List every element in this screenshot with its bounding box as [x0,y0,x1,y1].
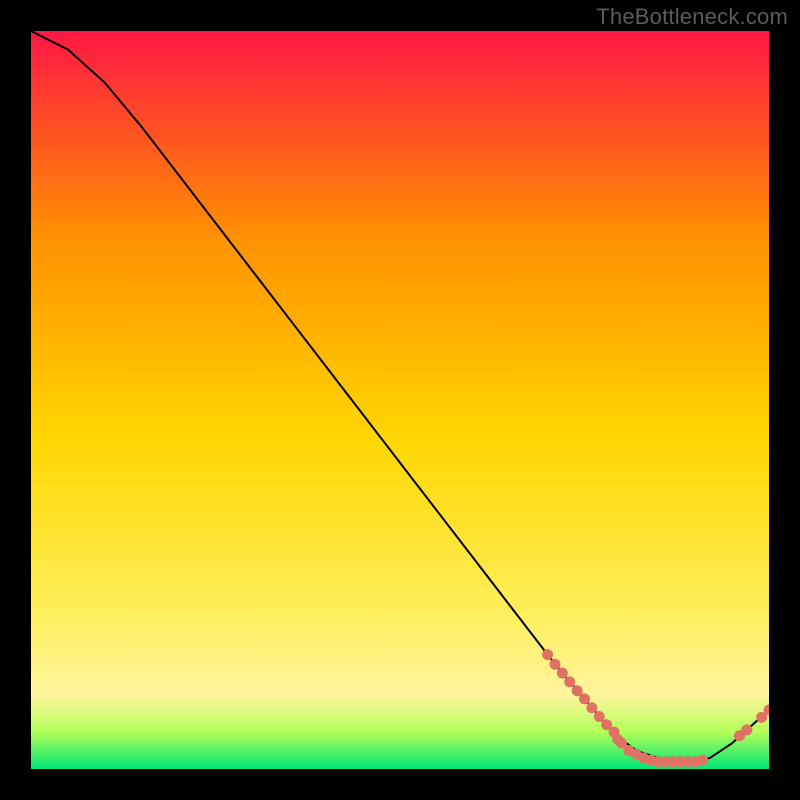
data-marker [741,724,752,735]
data-marker [697,755,708,766]
data-marker [549,659,560,670]
plot-area [31,31,769,769]
watermark-text: TheBottleneck.com [596,4,788,30]
data-marker [564,676,575,687]
data-marker [572,685,583,696]
data-marker [542,649,553,660]
chart-stage: TheBottleneck.com [0,0,800,800]
chart-svg [31,31,769,769]
data-marker [594,711,605,722]
data-marker [579,693,590,704]
data-marker [557,668,568,679]
data-marker [586,702,597,713]
gradient-background [31,31,769,769]
